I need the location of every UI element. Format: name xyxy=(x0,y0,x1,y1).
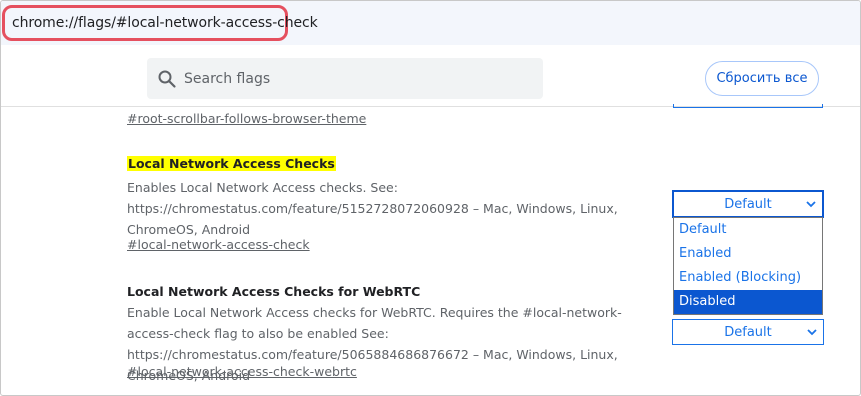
url-path: /#local-network-access-check xyxy=(111,15,318,31)
flags-header: Search flags Сбросить все xyxy=(1,46,860,107)
chevron-down-icon xyxy=(806,201,816,208)
chevron-down-icon xyxy=(807,329,817,336)
flag-select-local-network-access-webrtc[interactable]: Default xyxy=(672,319,824,345)
option-enabled[interactable]: Enabled xyxy=(674,242,822,266)
flag-title: Local Network Access Checks xyxy=(127,156,336,171)
flag-anchor-link[interactable]: #root-scrollbar-follows-browser-theme xyxy=(127,111,366,126)
select-dropdown-list: Default Enabled Enabled (Blocking) Disab… xyxy=(673,217,823,315)
previous-flag-select[interactable] xyxy=(673,104,823,108)
search-icon xyxy=(158,70,176,88)
address-bar: chrome://flags/#local-network-access-che… xyxy=(1,1,860,45)
option-disabled[interactable]: Disabled xyxy=(674,290,822,314)
browser-window: chrome://flags/#local-network-access-che… xyxy=(0,0,861,396)
reset-all-button[interactable]: Сбросить все xyxy=(705,61,819,96)
select-value: Default xyxy=(724,324,772,340)
url-field[interactable]: chrome://flags/#local-network-access-che… xyxy=(2,5,318,41)
flag-anchor-link[interactable]: #local-network-access-check xyxy=(127,237,310,252)
flag-description: Enables Local Network Access checks. See… xyxy=(127,180,618,237)
select-value: Default xyxy=(724,196,772,212)
flag-title: Local Network Access Checks for WebRTC xyxy=(127,284,421,299)
flag-select-local-network-access[interactable]: Default xyxy=(672,190,824,218)
url-host: flags xyxy=(78,15,112,31)
url-scheme: chrome:// xyxy=(12,15,79,31)
option-default[interactable]: Default xyxy=(674,218,822,242)
option-enabled-blocking[interactable]: Enabled (Blocking) xyxy=(674,266,822,290)
search-input[interactable]: Search flags xyxy=(147,58,543,99)
flag-anchor-link[interactable]: #local-network-access-check-webrtc xyxy=(127,364,357,379)
search-placeholder: Search flags xyxy=(184,70,271,87)
